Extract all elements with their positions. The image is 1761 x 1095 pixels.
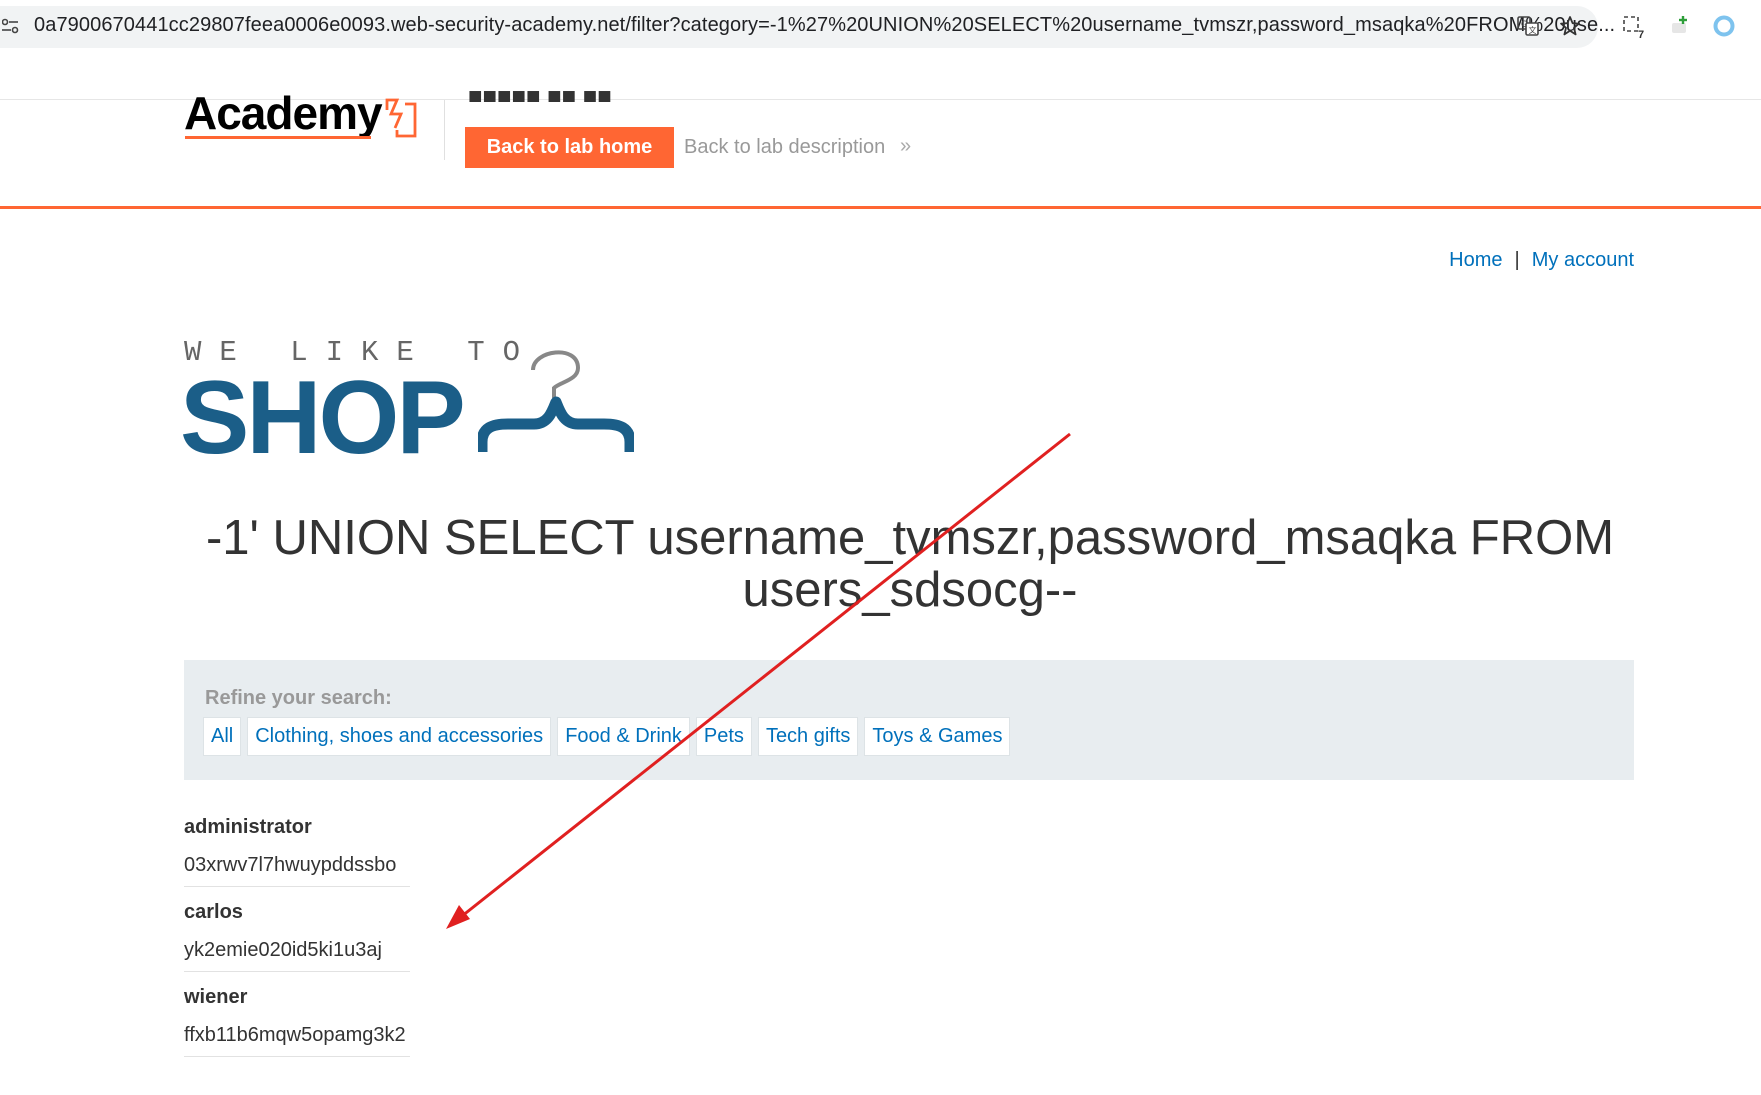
- back-to-lab-home-button[interactable]: Back to lab home: [465, 127, 674, 168]
- result-password: yk2emie020id5ki1u3aj: [184, 939, 382, 961]
- result-username: administrator: [184, 816, 312, 838]
- results-table: administrator 03xrwv7l7hwuypddssbo carlo…: [184, 812, 410, 1067]
- svg-text:文: 文: [1529, 25, 1537, 35]
- profile-icon[interactable]: [1710, 12, 1738, 40]
- result-password: 03xrwv7l7hwuypddssbo: [184, 854, 397, 876]
- table-row: administrator 03xrwv7l7hwuypddssbo: [184, 812, 410, 887]
- shop-logo-word: SHOP: [180, 360, 466, 476]
- nav-separator: |: [1514, 249, 1520, 271]
- filter-panel: Refine your search: All Clothing, shoes …: [184, 660, 1634, 780]
- filter-category-list: All Clothing, shoes and accessories Food…: [203, 717, 1011, 756]
- header-accent-line: [0, 206, 1761, 209]
- bookmark-star-icon[interactable]: [1556, 12, 1584, 40]
- browser-toolbar: 0a7900670441cc29807feea0006e0093.web-sec…: [0, 0, 1761, 52]
- filter-category-tech-gifts[interactable]: Tech gifts: [757, 717, 859, 756]
- filter-category-toys-games[interactable]: Toys & Games: [864, 717, 1011, 756]
- back-to-lab-description-link[interactable]: Back to lab description: [684, 136, 885, 159]
- lightning-bolt-icon: [383, 96, 419, 140]
- filter-category-pets[interactable]: Pets: [695, 717, 752, 756]
- translate-icon[interactable]: G文: [1514, 12, 1542, 40]
- academy-logo[interactable]: Academy: [184, 90, 383, 136]
- extension-badge: 7: [1638, 29, 1644, 39]
- result-username: carlos: [184, 901, 243, 923]
- table-row: wiener ffxb11b6mqw5opamg3k2: [184, 982, 410, 1057]
- extension-plus-icon[interactable]: [1666, 12, 1694, 40]
- chevron-double-right-icon: »: [900, 135, 912, 157]
- filter-category-food-drink[interactable]: Food & Drink: [557, 717, 690, 756]
- result-username: wiener: [184, 986, 248, 1008]
- url-text[interactable]: 0a7900670441cc29807feea0006e0093.web-sec…: [34, 14, 1615, 37]
- filter-label: Refine your search:: [205, 687, 392, 709]
- extension-icon[interactable]: 7: [1620, 12, 1648, 40]
- page-title: -1' UNION SELECT username_tvmszr,passwor…: [205, 511, 1615, 617]
- lab-title-clipped: ■■■■■ ■■ ■■: [468, 90, 612, 102]
- my-account-link[interactable]: My account: [1532, 249, 1634, 272]
- table-row: carlos yk2emie020id5ki1u3aj: [184, 897, 410, 972]
- header-divider: [444, 100, 445, 160]
- hanger-icon: [476, 338, 636, 454]
- filter-category-clothing[interactable]: Clothing, shoes and accessories: [247, 717, 552, 756]
- top-nav: Home | My account: [1449, 249, 1634, 272]
- filter-category-all[interactable]: All: [203, 717, 242, 756]
- site-info-icon[interactable]: [1, 16, 20, 36]
- home-link[interactable]: Home: [1449, 249, 1502, 272]
- academy-logo-underline: [185, 136, 371, 139]
- result-password: ffxb11b6mqw5opamg3k2: [184, 1024, 406, 1046]
